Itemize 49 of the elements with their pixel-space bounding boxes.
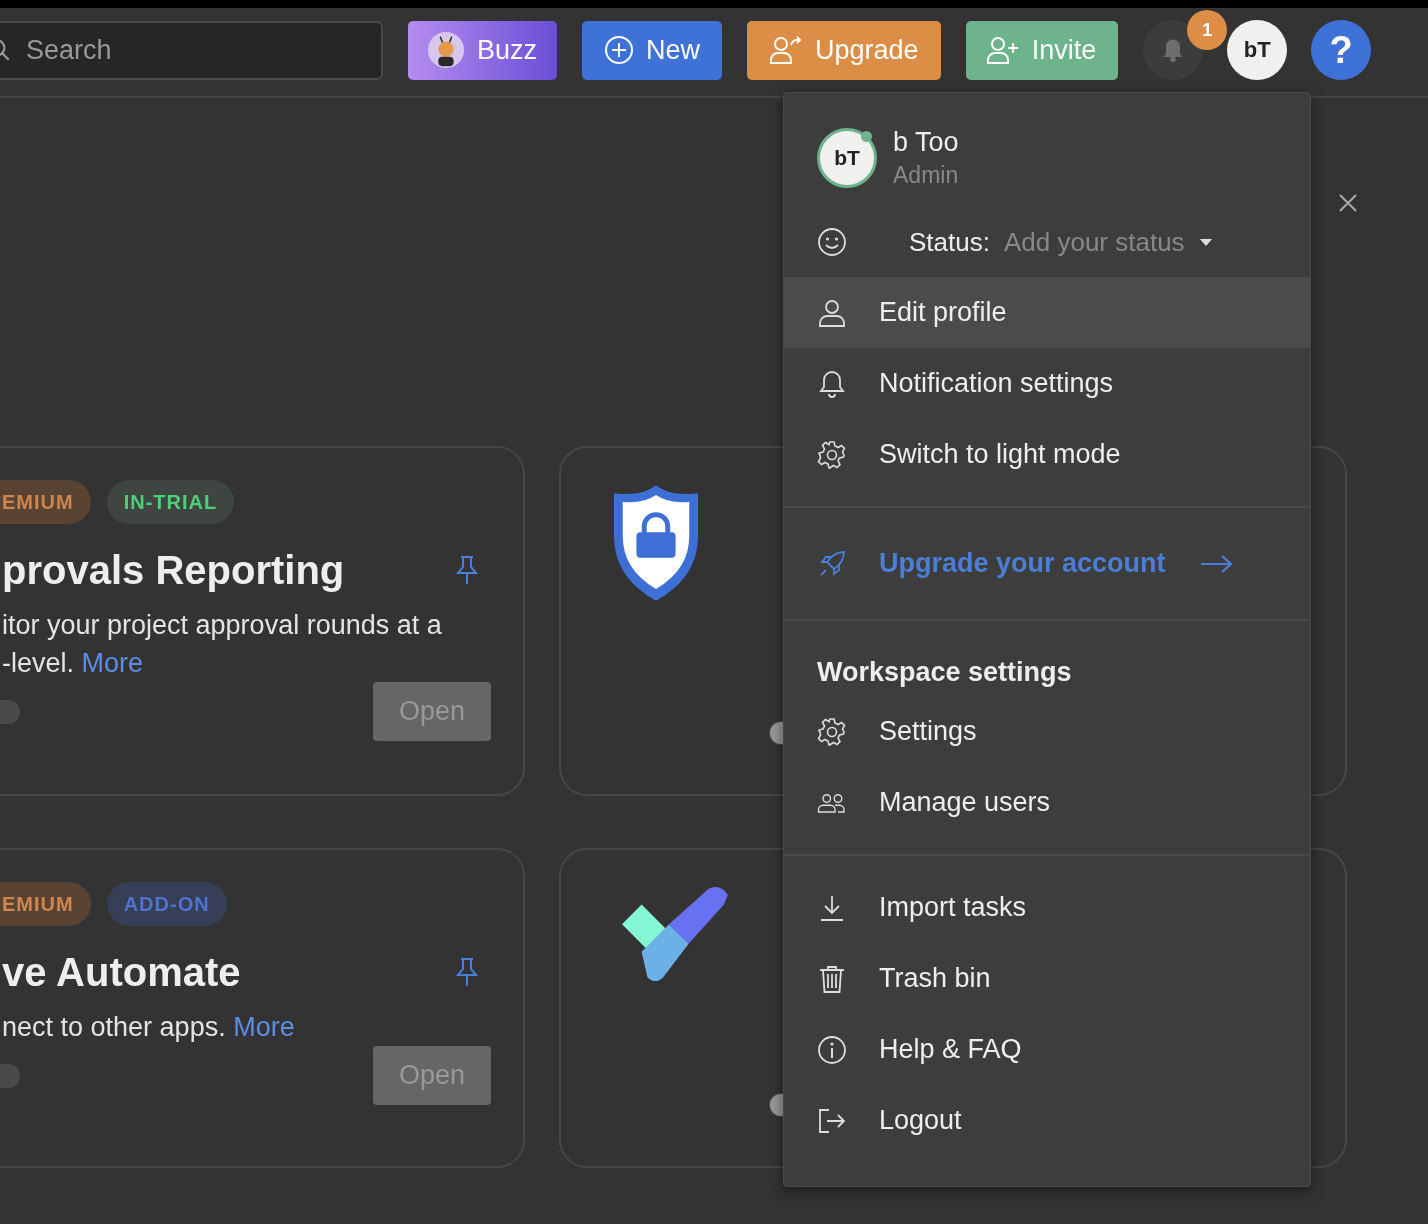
add-user-icon	[985, 35, 1020, 65]
menu-item[interactable]: Logout	[784, 1085, 1310, 1156]
menu-item[interactable]: Settings	[784, 696, 1310, 767]
avatar-button[interactable]: bT	[1227, 20, 1288, 80]
search-field[interactable]: Search	[0, 20, 383, 80]
menu-item[interactable]: Import tasks	[784, 872, 1310, 943]
tag: EMIUM	[0, 480, 91, 524]
notification-badge: 1	[1187, 10, 1228, 50]
help-button[interactable]: ?	[1311, 20, 1372, 80]
pin-icon[interactable]	[455, 555, 479, 585]
card-description: itor your project approval rounds at a -level. More	[2, 609, 443, 680]
tag: ADD-ON	[106, 882, 227, 926]
status-selector[interactable]: Status: Add your status	[784, 207, 1310, 277]
menu-item[interactable]: Help & FAQ	[784, 1014, 1310, 1085]
shield-lock-icon	[612, 483, 700, 603]
tag: IN-TRIAL	[106, 480, 235, 524]
trash-icon	[817, 963, 847, 994]
pin-icon[interactable]	[455, 957, 479, 987]
tag: EMIUM	[0, 882, 91, 926]
bell-icon	[817, 368, 847, 399]
menu-item[interactable]: Switch to light mode	[784, 419, 1310, 490]
card-title: ve Automate	[2, 949, 241, 995]
status-placeholder: Add your status	[1003, 226, 1185, 258]
menu-item[interactable]: Manage users	[784, 767, 1310, 838]
menu-item[interactable]: Trash bin	[784, 943, 1310, 1014]
menu-item[interactable]: Notification settings	[784, 348, 1310, 419]
profile-avatar: bT	[817, 128, 877, 188]
menu-item[interactable]: Edit profile	[784, 277, 1310, 348]
card-title: provals Reporting	[2, 547, 345, 593]
card-description: nect to other apps. More	[2, 1011, 296, 1044]
status-label: Status:	[909, 226, 990, 258]
settings-icon	[817, 716, 847, 747]
rocket-icon	[817, 548, 847, 579]
buzz-button[interactable]: Buzz	[408, 20, 558, 80]
caret-icon	[1198, 237, 1213, 247]
user-arrow-icon	[769, 35, 804, 65]
user-role: Admin	[893, 162, 959, 189]
more-link[interactable]: More	[233, 1012, 295, 1042]
section-heading: Workspace settings	[816, 656, 1073, 689]
bug-avatar-icon	[427, 31, 465, 69]
user-name: b Too	[893, 127, 959, 158]
settings-icon	[817, 439, 847, 470]
more-link[interactable]: More	[81, 648, 144, 678]
info-icon	[817, 1034, 847, 1065]
arrow-icon	[1199, 553, 1234, 574]
smiley-icon	[817, 227, 847, 257]
plus-icon	[604, 35, 635, 65]
user-icon	[817, 297, 847, 328]
new-button[interactable]: New	[582, 20, 723, 80]
